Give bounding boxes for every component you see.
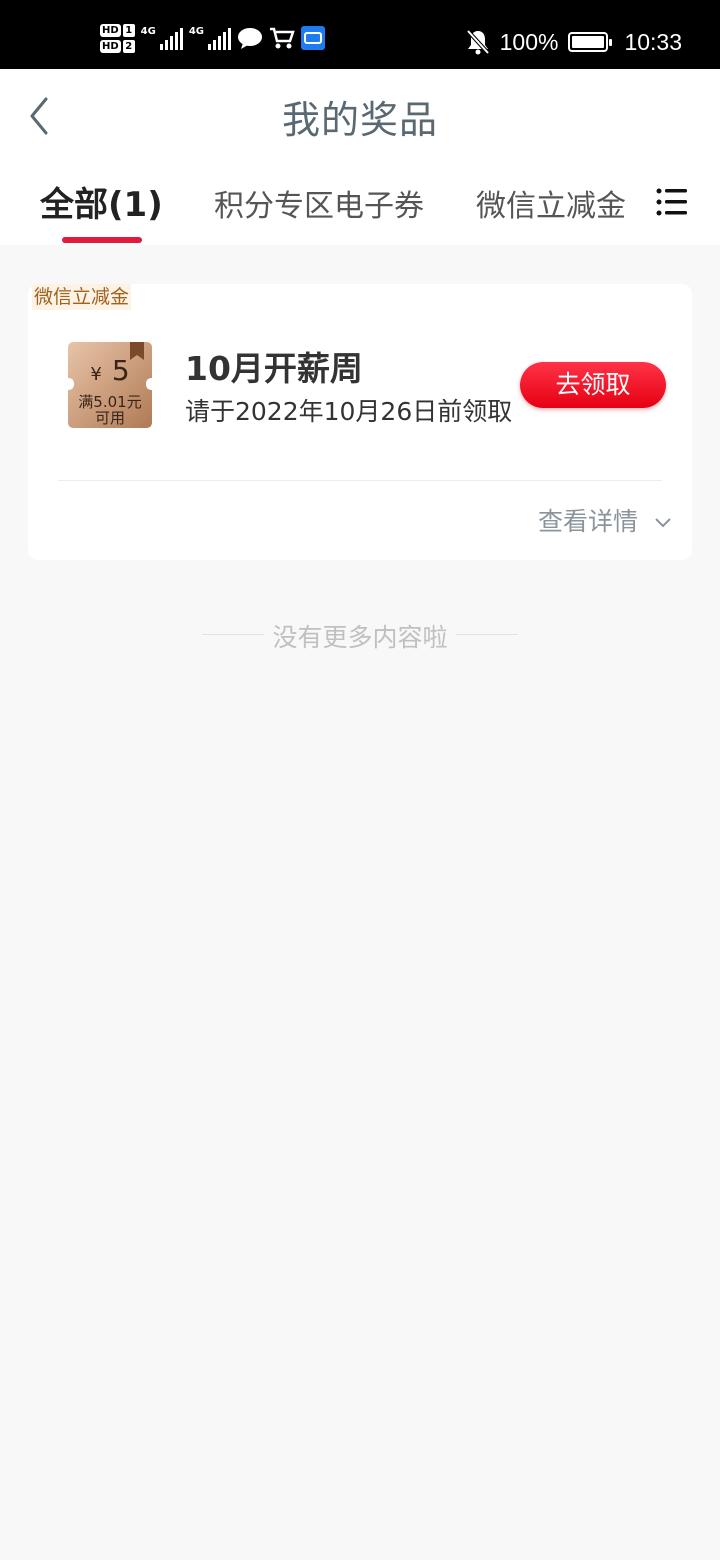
view-details-label: 查看详情 — [537, 507, 638, 536]
coupon-condition: 满5.01元 可用 — [68, 394, 152, 426]
cart-icon — [270, 27, 295, 49]
sim2-indicator: HD 2 — [100, 39, 135, 53]
prize-name: 10月开薪周 — [185, 349, 363, 388]
coupon-condition-line1: 满5.01元 — [78, 393, 142, 411]
end-of-list-text: 没有更多内容啦 — [272, 623, 448, 652]
status-bar: HD 1 HD 2 4G 4G 100% 10:33 — [0, 0, 720, 69]
header: 我的奖品 全部(1) 积分专区电子券 微信立减金 — [0, 69, 720, 245]
chevron-down-icon — [655, 518, 671, 528]
prize-deadline: 请于2022年10月26日前领取 — [185, 397, 513, 426]
app-icon — [301, 26, 326, 50]
claim-button[interactable]: 去领取 — [520, 362, 666, 408]
tab-wechat-discount[interactable]: 微信立减金 — [476, 181, 626, 225]
signal-icon: 4G — [188, 26, 232, 50]
sim-number: 2 — [122, 39, 135, 53]
tab-menu-button[interactable] — [655, 185, 689, 219]
tab-all[interactable]: 全部(1) — [40, 177, 163, 226]
page-title: 我的奖品 — [281, 98, 438, 142]
battery-icon — [568, 32, 613, 52]
prize-card: 微信立减金 ¥5 满5.01元 可用 10月开薪周 请于2022年10月26日前… — [28, 284, 692, 560]
network-type: 4G — [188, 26, 205, 37]
clock: 10:33 — [624, 28, 682, 55]
divider-right — [456, 634, 518, 635]
coupon-condition-line2: 可用 — [94, 409, 125, 427]
coupon-value: 5 — [111, 354, 130, 387]
view-details-link[interactable]: 查看详情 — [538, 502, 672, 538]
status-right-group: 100% 10:33 — [466, 22, 682, 62]
message-icon — [238, 28, 263, 49]
sim-indicators: HD 1 HD 2 — [100, 23, 135, 53]
prize-type-tag: 微信立减金 — [32, 284, 132, 310]
list-menu-icon — [656, 188, 687, 216]
sim1-indicator: HD 1 — [100, 23, 135, 37]
hd-badge: HD — [100, 39, 121, 53]
sim-number: 1 — [122, 23, 135, 37]
mute-bell-icon — [466, 29, 490, 55]
coupon-amount: ¥5 — [68, 354, 152, 387]
signal-icon: 4G — [141, 26, 183, 50]
tab-bar: 全部(1) 积分专区电子券 微信立减金 — [0, 177, 720, 245]
hd-badge: HD — [100, 23, 121, 37]
battery-percent: 100% — [499, 28, 559, 55]
end-of-list: 没有更多内容啦 — [0, 614, 720, 654]
currency-symbol: ¥ — [90, 364, 102, 385]
status-left-group: HD 1 HD 2 4G 4G — [100, 18, 326, 58]
network-type: 4G — [140, 26, 156, 37]
card-divider — [58, 480, 662, 481]
active-tab-indicator — [62, 237, 142, 243]
tab-points-coupons[interactable]: 积分专区电子券 — [214, 181, 424, 225]
